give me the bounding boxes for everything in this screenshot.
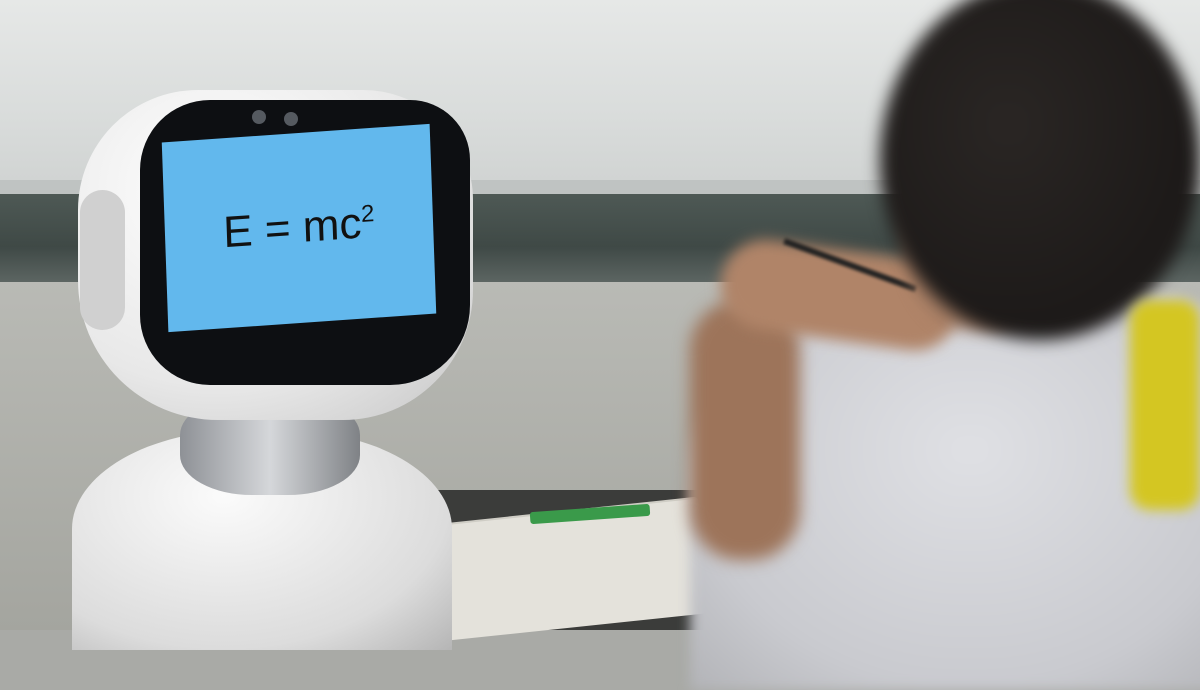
formula-base: E = mc [222,198,363,258]
robot-ear [80,190,125,330]
formula-text: E = mc2 [222,198,375,258]
student-forearm [690,300,800,560]
camera-icon [252,110,266,124]
robot-screen: E = mc2 [161,123,437,333]
sensor-icon [284,112,298,126]
backpack-strap [1130,300,1200,510]
formula-exponent: 2 [360,200,375,228]
